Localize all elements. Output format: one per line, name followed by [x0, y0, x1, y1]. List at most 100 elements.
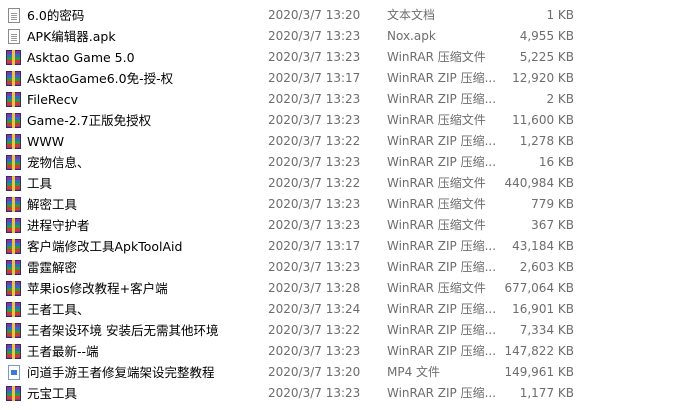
file-type: WinRAR ZIP 压缩... — [387, 323, 497, 337]
file-row[interactable]: 王者工具、 2020/3/7 13:24 WinRAR ZIP 压缩... 16… — [0, 299, 680, 320]
file-name: Game-2.7正版免授权 — [27, 113, 152, 128]
file-size: 147,822 KB — [504, 344, 574, 358]
file-size: 4,955 KB — [519, 29, 574, 43]
file-row[interactable]: Asktao Game 5.0 2020/3/7 13:23 WinRAR 压缩… — [0, 47, 680, 68]
file-date: 2020/3/7 13:28 — [268, 281, 361, 295]
file-type: WinRAR ZIP 压缩... — [387, 134, 497, 148]
file-type: WinRAR ZIP 压缩... — [387, 344, 497, 358]
file-date: 2020/3/7 13:23 — [268, 344, 361, 358]
file-name: 元宝工具 — [27, 386, 78, 401]
winrar-archive-icon — [6, 260, 21, 275]
file-type: WinRAR ZIP 压缩... — [387, 155, 497, 169]
file-date: 2020/3/7 13:23 — [268, 155, 361, 169]
apk-file-icon — [8, 29, 20, 44]
file-row[interactable]: 元宝工具 2020/3/7 13:23 WinRAR ZIP 压缩... 1,1… — [0, 383, 680, 404]
file-date: 2020/3/7 13:23 — [268, 29, 361, 43]
file-type: WinRAR ZIP 压缩... — [387, 302, 497, 316]
winrar-archive-icon — [6, 176, 21, 191]
file-date: 2020/3/7 13:23 — [268, 197, 361, 211]
file-type: WinRAR 压缩文件 — [387, 113, 486, 127]
file-size: 1,278 KB — [519, 134, 574, 148]
file-date: 2020/3/7 13:24 — [268, 302, 361, 316]
file-type: WinRAR 压缩文件 — [387, 281, 486, 295]
file-row[interactable]: 工具 2020/3/7 13:22 WinRAR 压缩文件 440,984 KB — [0, 173, 680, 194]
file-type: WinRAR 压缩文件 — [387, 197, 486, 211]
file-date: 2020/3/7 13:22 — [268, 323, 361, 337]
file-name: 雷霆解密 — [27, 260, 78, 275]
file-name: 宠物信息、 — [27, 155, 90, 170]
file-size: 779 KB — [531, 197, 574, 211]
file-row[interactable]: 雷霆解密 2020/3/7 13:23 WinRAR ZIP 压缩... 2,6… — [0, 257, 680, 278]
winrar-archive-icon — [6, 197, 21, 212]
file-date: 2020/3/7 13:23 — [268, 92, 361, 106]
file-date: 2020/3/7 13:23 — [268, 113, 361, 127]
text-file-icon — [8, 8, 20, 23]
winrar-archive-icon — [6, 134, 21, 149]
file-type: Nox.apk — [387, 29, 436, 43]
winrar-archive-icon — [6, 113, 21, 128]
file-type: 文本文档 — [387, 8, 436, 22]
file-row[interactable]: 问道手游王者修复端架设完整教程 2020/3/7 13:20 MP4 文件 14… — [0, 362, 680, 383]
file-date: 2020/3/7 13:20 — [268, 365, 361, 379]
file-size: 11,600 KB — [512, 113, 574, 127]
file-size: 5,225 KB — [519, 50, 574, 64]
file-type: WinRAR ZIP 压缩... — [387, 92, 497, 106]
file-size: 367 KB — [531, 218, 574, 232]
file-date: 2020/3/7 13:23 — [268, 50, 361, 64]
file-row[interactable]: 6.0的密码 2020/3/7 13:20 文本文档 1 KB — [0, 5, 680, 26]
file-row[interactable]: APK编辑器.apk 2020/3/7 13:23 Nox.apk 4,955 … — [0, 26, 680, 47]
file-type: MP4 文件 — [387, 365, 441, 379]
file-name: 客户端修改工具ApkToolAid — [27, 239, 183, 254]
file-date: 2020/3/7 13:23 — [268, 218, 361, 232]
winrar-archive-icon — [6, 92, 21, 107]
file-size: 16 KB — [538, 155, 574, 169]
file-name: 王者最新--端 — [27, 344, 99, 359]
file-size: 1,177 KB — [519, 386, 574, 400]
file-size: 7,334 KB — [519, 323, 574, 337]
file-row[interactable]: 王者最新--端 2020/3/7 13:23 WinRAR ZIP 压缩... … — [0, 341, 680, 362]
file-size: 677,064 KB — [504, 281, 574, 295]
winrar-archive-icon — [6, 386, 21, 401]
winrar-archive-icon — [6, 218, 21, 233]
file-date: 2020/3/7 13:20 — [268, 8, 361, 22]
winrar-archive-icon — [6, 71, 21, 86]
file-date: 2020/3/7 13:22 — [268, 176, 361, 190]
file-type: WinRAR 压缩文件 — [387, 50, 486, 64]
file-date: 2020/3/7 13:23 — [268, 260, 361, 274]
file-type: WinRAR ZIP 压缩... — [387, 386, 497, 400]
file-size: 2,603 KB — [519, 260, 574, 274]
file-size: 1 KB — [546, 8, 574, 22]
file-row[interactable]: 进程守护者 2020/3/7 13:23 WinRAR 压缩文件 367 KB — [0, 215, 680, 236]
file-size: 2 KB — [546, 92, 574, 106]
file-size: 12,920 KB — [512, 71, 574, 85]
file-name: 进程守护者 — [27, 218, 90, 233]
file-row[interactable]: 客户端修改工具ApkToolAid 2020/3/7 13:17 WinRAR … — [0, 236, 680, 257]
file-size: 440,984 KB — [504, 176, 574, 190]
file-list: 6.0的密码 2020/3/7 13:20 文本文档 1 KB APK编辑器.a… — [0, 0, 680, 410]
file-name: AsktaoGame6.0免-授-权 — [27, 71, 174, 86]
file-size: 16,901 KB — [512, 302, 574, 316]
file-name: APK编辑器.apk — [27, 29, 116, 44]
file-name: 工具 — [27, 176, 53, 191]
file-row[interactable]: 王者架设环境 安装后无需其他环境 2020/3/7 13:22 WinRAR Z… — [0, 320, 680, 341]
file-date: 2020/3/7 13:23 — [268, 386, 361, 400]
file-name: 王者工具、 — [27, 302, 90, 317]
winrar-archive-icon — [6, 281, 21, 296]
file-row[interactable]: 苹果ios修改教程+客户端 2020/3/7 13:28 WinRAR 压缩文件… — [0, 278, 680, 299]
file-date: 2020/3/7 13:17 — [268, 71, 361, 85]
file-row[interactable]: FileRecv 2020/3/7 13:23 WinRAR ZIP 压缩...… — [0, 89, 680, 110]
file-type: WinRAR 压缩文件 — [387, 176, 486, 190]
file-row[interactable]: 宠物信息、 2020/3/7 13:23 WinRAR ZIP 压缩... 16… — [0, 152, 680, 173]
winrar-archive-icon — [6, 323, 21, 338]
file-row[interactable]: AsktaoGame6.0免-授-权 2020/3/7 13:17 WinRAR… — [0, 68, 680, 89]
file-row[interactable]: Game-2.7正版免授权 2020/3/7 13:23 WinRAR 压缩文件… — [0, 110, 680, 131]
file-row[interactable]: WWW 2020/3/7 13:22 WinRAR ZIP 压缩... 1,27… — [0, 131, 680, 152]
file-type: WinRAR ZIP 压缩... — [387, 239, 497, 253]
winrar-archive-icon — [6, 50, 21, 65]
file-type: WinRAR 压缩文件 — [387, 218, 486, 232]
file-row[interactable]: 解密工具 2020/3/7 13:23 WinRAR 压缩文件 779 KB — [0, 194, 680, 215]
file-name: 苹果ios修改教程+客户端 — [27, 281, 168, 296]
file-date: 2020/3/7 13:17 — [268, 239, 361, 253]
file-name: 6.0的密码 — [27, 8, 85, 23]
winrar-archive-icon — [6, 344, 21, 359]
